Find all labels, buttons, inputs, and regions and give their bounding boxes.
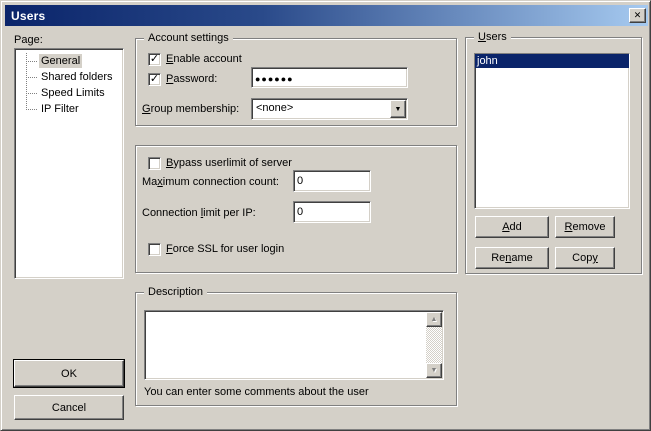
page-label: Page: [14,34,43,46]
page-treeview[interactable]: General Shared folders Speed Limits IP F… [14,48,124,279]
check-icon: ✓ [150,75,159,84]
password-input[interactable] [251,67,408,88]
combo-dropdown-button[interactable]: ▼ [390,100,406,118]
scroll-up-button[interactable]: ▲ [426,312,442,327]
chevron-down-icon: ▼ [395,106,402,113]
description-hint: You can enter some comments about the us… [144,386,369,398]
enable-account-label: Enable account [166,53,242,65]
scroll-down-button[interactable]: ▼ [426,363,442,378]
users-group-title: Users [474,31,511,43]
description-field-wrap: ▲ ▼ [144,310,444,380]
add-button[interactable]: Add [475,216,549,238]
description-title: Description [144,286,207,298]
connection-limit-input[interactable] [293,201,371,223]
bypass-userlimit-label: Bypass userlimit of server [166,157,292,169]
checkbox-box: ✓ [148,73,161,86]
bypass-userlimit-checkbox[interactable]: Bypass userlimit of server [148,157,292,170]
group-membership-value: <none> [256,102,293,114]
password-label: Password: [166,73,217,85]
max-connection-input[interactable] [293,170,371,192]
page-item-ip-filter[interactable]: IP Filter [15,101,123,117]
scroll-up-icon: ▲ [431,316,438,323]
check-icon: ✓ [150,55,159,64]
close-button[interactable]: ✕ [629,8,646,23]
checkbox-box [148,243,161,256]
force-ssl-checkbox[interactable]: Force SSL for user login [148,243,284,256]
page-item-speed-limits[interactable]: Speed Limits [15,85,123,101]
user-list-item[interactable]: john [475,54,629,68]
account-settings-title: Account settings [144,32,233,44]
group-membership-label: Group membership: [142,103,239,115]
rename-button[interactable]: Rename [475,247,549,269]
description-scrollbar[interactable]: ▲ ▼ [426,312,442,378]
cancel-button[interactable]: Cancel [14,395,124,420]
max-connection-label: Maximum connection count: [142,176,279,188]
close-icon: ✕ [634,11,642,20]
connection-limit-label: Connection limit per IP: [142,207,256,219]
users-dialog: Users ✕ Page: General Shared folders Spe… [0,0,651,431]
checkbox-box: ✓ [148,53,161,66]
page-item-shared-folders[interactable]: Shared folders [15,69,123,85]
enable-account-checkbox[interactable]: ✓ Enable account [148,53,242,66]
title-bar[interactable]: Users [5,5,648,26]
remove-button[interactable]: Remove [555,216,615,238]
copy-button[interactable]: Copy [555,247,615,269]
ok-button[interactable]: OK [14,360,124,387]
checkbox-box [148,157,161,170]
users-listbox[interactable]: john [474,53,630,209]
page-item-general[interactable]: General [15,53,123,69]
group-membership-select[interactable]: <none> ▼ [251,98,408,120]
force-ssl-label: Force SSL for user login [166,243,284,255]
window-title: Users [11,9,45,23]
scroll-down-icon: ▼ [431,367,438,374]
password-checkbox[interactable]: ✓ Password: [148,73,217,86]
description-textarea[interactable] [147,313,425,377]
